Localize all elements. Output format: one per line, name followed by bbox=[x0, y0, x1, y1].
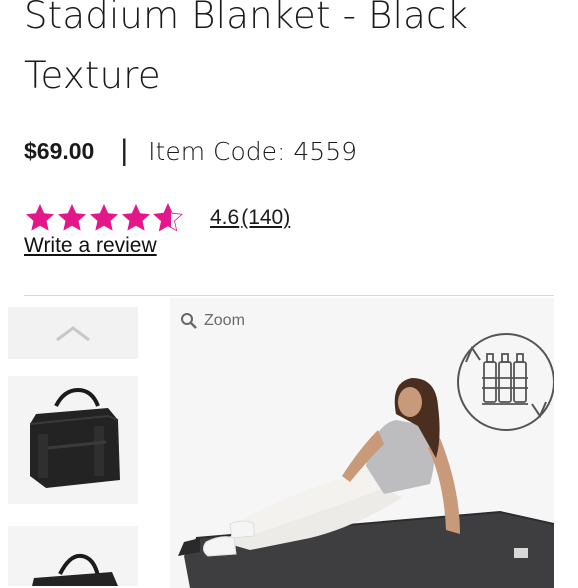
thumbnail-scroll-up-button[interactable] bbox=[8, 307, 138, 359]
product-price: $69.00 bbox=[24, 137, 95, 164]
price-row: $69.00 | Item Code: 4559 bbox=[24, 134, 357, 168]
zoom-label: Zoom bbox=[204, 312, 245, 329]
write-review-link[interactable]: Write a review bbox=[24, 234, 157, 258]
divider bbox=[24, 295, 554, 296]
star-icon bbox=[90, 204, 118, 231]
rating-row: 4.6(140) bbox=[24, 202, 290, 234]
chevron-up-icon bbox=[56, 326, 90, 342]
star-rating bbox=[24, 202, 184, 234]
thumbnail-bag-front[interactable] bbox=[8, 376, 138, 504]
thumbnail-bag-side[interactable] bbox=[8, 526, 138, 586]
rating-value: 4.6 bbox=[210, 206, 240, 229]
star-icon bbox=[122, 204, 150, 231]
product-title: Stadium Blanket - Black Texture bbox=[24, 0, 469, 97]
rating-count: (140) bbox=[241, 206, 291, 229]
product-main-image[interactable]: Zoom bbox=[170, 298, 554, 588]
price-separator: | bbox=[120, 134, 129, 167]
star-half-icon bbox=[153, 203, 183, 232]
bag-image bbox=[32, 553, 118, 586]
recycled-bottles-icon bbox=[457, 333, 554, 431]
star-icon bbox=[26, 204, 54, 231]
rating-link[interactable]: 4.6(140) bbox=[210, 206, 290, 230]
star-icon bbox=[58, 204, 86, 231]
zoom-button[interactable]: Zoom bbox=[180, 312, 245, 330]
item-code: Item Code: 4559 bbox=[148, 136, 358, 166]
bag-image bbox=[29, 387, 120, 488]
search-icon bbox=[181, 313, 197, 329]
